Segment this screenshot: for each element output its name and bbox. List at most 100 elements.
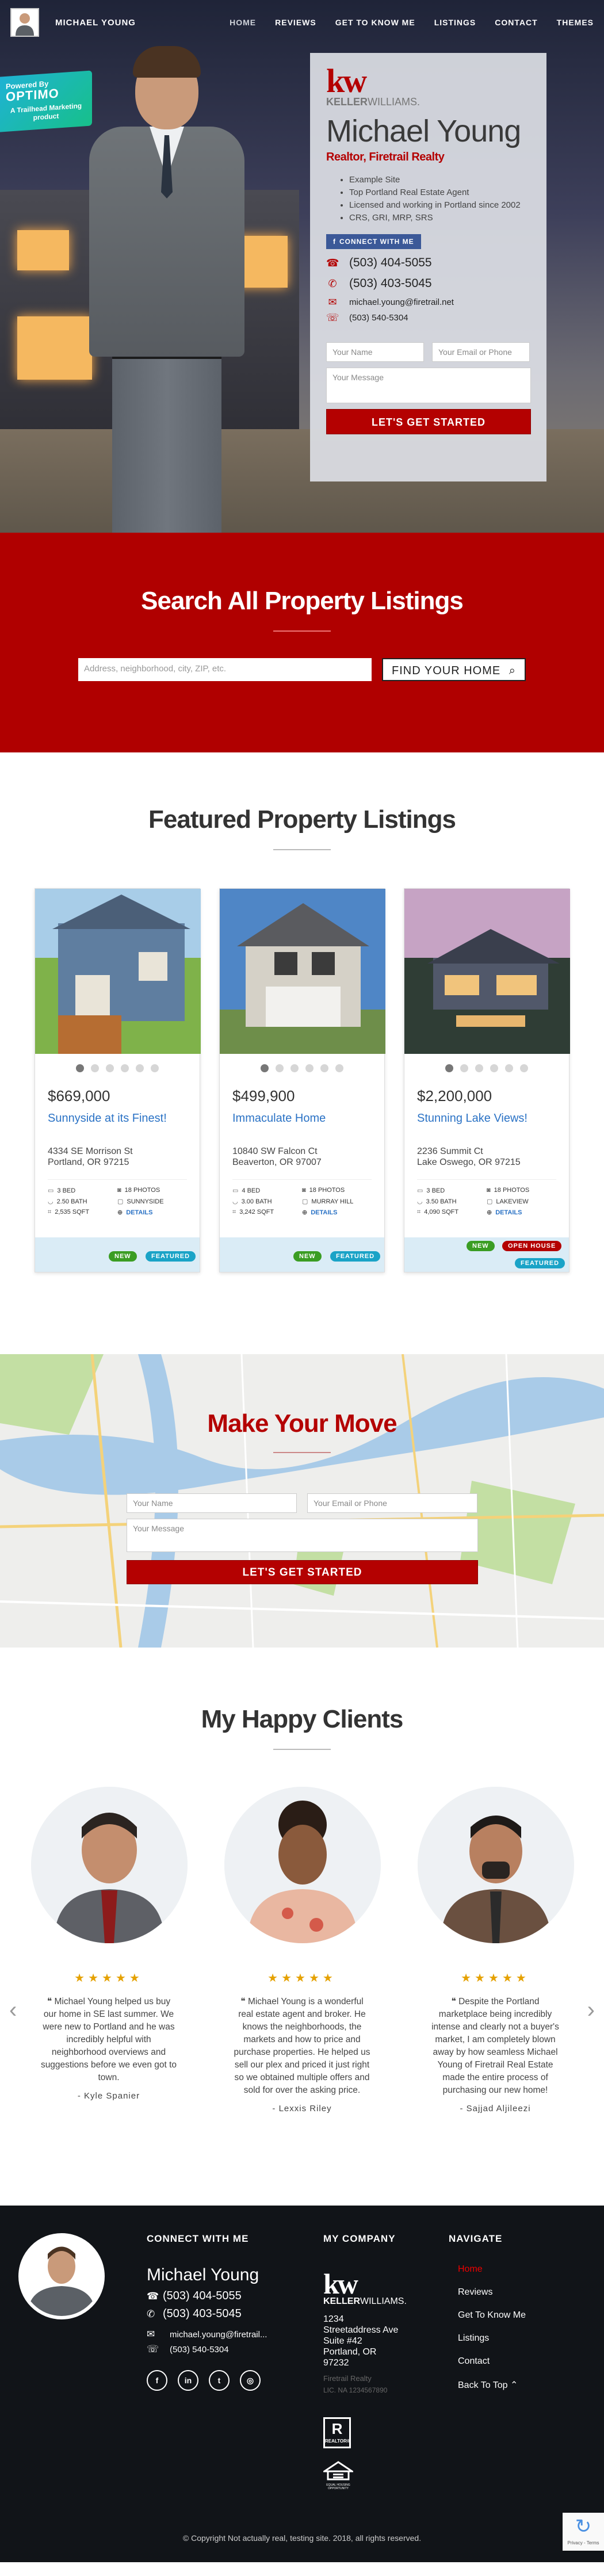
carousel-dot[interactable]	[290, 1064, 299, 1072]
footer-link-back-to-top[interactable]: Back To Top ⌃	[458, 2379, 526, 2391]
details-link[interactable]: ⊕ DETAILS	[487, 1209, 556, 1216]
details-link[interactable]: ⊕ DETAILS	[302, 1209, 372, 1216]
twitter-icon[interactable]: t	[209, 2370, 230, 2391]
nav-link-contact[interactable]: CONTACT	[495, 18, 537, 27]
contact-email[interactable]: ✉ michael.young@firetrail.net	[326, 296, 530, 308]
facebook-icon[interactable]: f	[147, 2370, 167, 2391]
footer-email[interactable]: ✉ michael.young@firetrail...	[147, 2329, 267, 2340]
carousel-dot[interactable]	[76, 1064, 84, 1072]
footer-phone2[interactable]: ✆ (503) 403-5045	[147, 2307, 267, 2321]
footer-link-listings[interactable]: Listings	[458, 2333, 526, 2344]
listing-card[interactable]: $669,000 Sunnyside at its Finest! 4334 S…	[35, 888, 201, 1272]
footer-phone1[interactable]: ☎ (503) 404-5055	[147, 2290, 267, 2303]
camera-icon: ◙	[117, 1187, 121, 1194]
beds-text: 3 BED	[426, 1187, 445, 1194]
spec-sqft: ⌗ 4,090 SQFT	[417, 1209, 487, 1216]
address-line: Portland, OR	[323, 2347, 377, 2357]
phone-icon: ☎	[326, 257, 339, 269]
listing-price: $499,900	[232, 1087, 295, 1104]
mobile-icon: ✆	[147, 2308, 155, 2319]
carousel-dot[interactable]	[505, 1064, 513, 1072]
carousel-dot[interactable]	[335, 1064, 343, 1072]
nav-avatar-logo[interactable]	[10, 8, 39, 37]
footer-link-home[interactable]: Home	[458, 2264, 526, 2275]
client-photo	[418, 1787, 574, 1943]
footer-connect: CONNECT WITH ME Michael Young ☎ (503) 404…	[147, 2233, 267, 2391]
hero-section: MICHAEL YOUNG HOME REVIEWS GET TO KNOW M…	[0, 0, 604, 533]
carousel-dot[interactable]	[445, 1064, 453, 1072]
listing-specs: ▭ 3 BED ◙ 18 PHOTOS ◡ 3.50 BATH ▢ LAKEVIEW ⌗…	[417, 1179, 556, 1216]
link-icon: ⊕	[487, 1209, 492, 1216]
carousel-dot[interactable]	[460, 1064, 468, 1072]
linkedin-icon[interactable]: in	[178, 2370, 198, 2391]
footer-link-contact[interactable]: Contact	[458, 2356, 526, 2367]
contact-phone2[interactable]: ✆ (503) 403-5045	[326, 277, 530, 291]
listing-photo[interactable]	[220, 889, 385, 1054]
carousel-dot[interactable]	[261, 1064, 269, 1072]
listing-photo[interactable]	[35, 889, 201, 1054]
move-email-input[interactable]: Your Email or Phone	[307, 1493, 477, 1513]
move-message-input[interactable]: Your Message	[127, 1519, 478, 1552]
carousel-dot[interactable]	[490, 1064, 498, 1072]
chevron-left-icon[interactable]: ‹	[9, 1997, 17, 2023]
carousel-dot[interactable]	[136, 1064, 144, 1072]
listing-title[interactable]: Stunning Lake Views!	[417, 1112, 569, 1125]
carousel-dot[interactable]	[121, 1064, 129, 1072]
carousel-dot[interactable]	[305, 1064, 314, 1072]
kw-logo-mark: kw	[326, 62, 367, 100]
nav-link-reviews[interactable]: REVIEWS	[275, 18, 316, 27]
carousel-dot[interactable]	[106, 1064, 114, 1072]
carousel-dot[interactable]	[276, 1064, 284, 1072]
hero-email-input[interactable]: Your Email or Phone	[432, 342, 530, 362]
carousel-dot[interactable]	[91, 1064, 99, 1072]
nav-link-get-to-know-me[interactable]: GET TO KNOW ME	[335, 18, 415, 27]
listing-title[interactable]: Sunnyside at its Finest!	[48, 1112, 200, 1125]
nav-link-listings[interactable]: LISTINGS	[434, 18, 476, 27]
powered-by-optimo-badge[interactable]: Powered By OPTIMO A Trailhead Marketing …	[0, 70, 92, 132]
footer-link-get-to-know-me[interactable]: Get To Know Me	[458, 2310, 526, 2321]
instagram-icon[interactable]: ◎	[240, 2370, 261, 2391]
footer-fax-text: (503) 540-5304	[170, 2344, 229, 2355]
move-name-input[interactable]: Your Name	[127, 1493, 297, 1513]
agent-photo	[72, 40, 262, 533]
details-link[interactable]: ⊕ DETAILS	[117, 1209, 187, 1216]
recaptcha-icon: ↻	[575, 2516, 592, 2537]
footer-link-reviews[interactable]: Reviews	[458, 2287, 526, 2298]
listing-card[interactable]: $499,900 Immaculate Home 10840 SW Falcon…	[219, 888, 385, 1272]
spec-area: ▢ SUNNYSIDE	[117, 1198, 187, 1205]
spec-photos[interactable]: ◙ 18 PHOTOS	[117, 1187, 187, 1194]
bed-icon: ▭	[232, 1187, 239, 1194]
divider	[273, 849, 331, 850]
client-photo	[31, 1787, 188, 1943]
carousel-dot[interactable]	[520, 1064, 528, 1072]
move-submit-button[interactable]: LET'S GET STARTED	[127, 1560, 478, 1584]
find-home-button[interactable]: FIND YOUR HOME ⌕	[382, 658, 526, 681]
recaptcha-badge[interactable]: ↻ Privacy - Terms	[563, 2513, 604, 2551]
chevron-right-icon[interactable]: ›	[587, 1997, 595, 2023]
hero-message-input[interactable]: Your Message	[326, 368, 531, 403]
carousel-dots	[35, 1064, 200, 1072]
testimonial-body: Despite the Portland marketplace being i…	[431, 1997, 559, 2095]
listing-title[interactable]: Immaculate Home	[232, 1112, 384, 1125]
nav-link-themes[interactable]: THEMES	[557, 18, 594, 27]
footer-navigate-heading: NAVIGATE	[449, 2233, 503, 2244]
carousel-dot[interactable]	[320, 1064, 328, 1072]
hero-submit-button[interactable]: LET'S GET STARTED	[326, 409, 531, 434]
beds-text: 4 BED	[242, 1187, 261, 1194]
spec-photos[interactable]: ◙ 18 PHOTOS	[302, 1187, 372, 1194]
nav-site-name[interactable]: MICHAEL YOUNG	[55, 18, 136, 28]
nav-link-home[interactable]: HOME	[230, 18, 256, 27]
listing-card[interactable]: $2,200,000 Stunning Lake Views! 2236 Sum…	[404, 888, 570, 1272]
search-title: Search All Property Listings	[141, 587, 464, 615]
listing-photo[interactable]	[404, 889, 570, 1054]
spec-photos[interactable]: ◙ 18 PHOTOS	[487, 1187, 556, 1194]
hero-name-input[interactable]: Your Name	[326, 342, 424, 362]
search-input[interactable]: Address, neighborhood, city, ZIP, etc.	[78, 658, 372, 681]
carousel-dot[interactable]	[475, 1064, 483, 1072]
rating-stars: ★★★★★	[461, 1972, 530, 1985]
contact-phone1[interactable]: ☎ (503) 404-5055	[326, 256, 530, 270]
carousel-dot[interactable]	[151, 1064, 159, 1072]
kw-logo-bold: KELLER	[323, 2296, 360, 2306]
badge-line3: A Trailhead Marketing product	[10, 101, 82, 122]
connect-facebook-button[interactable]: f CONNECT WITH ME	[326, 234, 421, 249]
